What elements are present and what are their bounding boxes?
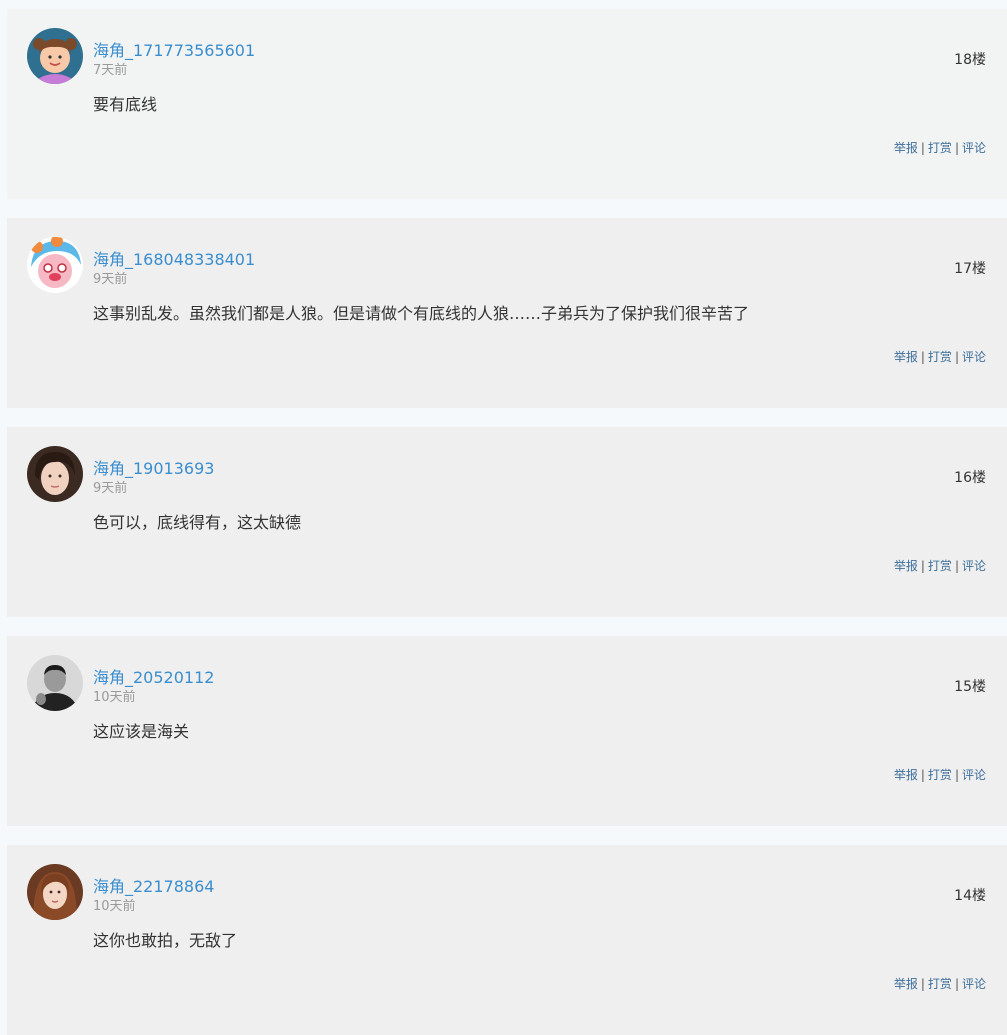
separator: |: [920, 768, 925, 782]
tip-link[interactable]: 打赏: [928, 768, 952, 782]
comment-actions: 举报 | 打赏 | 评论: [894, 557, 986, 574]
report-link[interactable]: 举报: [894, 559, 918, 573]
separator: |: [920, 350, 925, 364]
report-link[interactable]: 举报: [894, 350, 918, 364]
comment-card: 海角_20520112 10天前 15楼 这应该是海关 举报 | 打赏 | 评论: [7, 636, 1007, 826]
cartoon-clown-avatar[interactable]: [27, 237, 83, 293]
comment-actions: 举报 | 打赏 | 评论: [894, 975, 986, 992]
woman-photo-avatar[interactable]: [27, 446, 83, 502]
comment-card: 海角_19013693 9天前 16楼 色可以，底线得有，这太缺德 举报 | 打赏 |…: [7, 427, 1007, 617]
post-time: 9天前: [93, 272, 128, 287]
floor-number: 14楼: [954, 888, 986, 904]
separator: |: [954, 768, 959, 782]
floor-number: 17楼: [954, 261, 986, 277]
separator: |: [954, 977, 959, 991]
username-link[interactable]: 海角_168048338401: [93, 246, 255, 270]
separator: |: [954, 350, 959, 364]
report-link[interactable]: 举报: [894, 977, 918, 991]
post-time: 9天前: [93, 481, 128, 496]
comment-text: 色可以，底线得有，这太缺德: [93, 513, 302, 532]
reply-link[interactable]: 评论: [962, 141, 986, 155]
reply-link[interactable]: 评论: [962, 559, 986, 573]
comment-actions: 举报 | 打赏 | 评论: [894, 348, 986, 365]
username-link[interactable]: 海角_171773565601: [93, 37, 255, 61]
tip-link[interactable]: 打赏: [928, 141, 952, 155]
report-link[interactable]: 举报: [894, 768, 918, 782]
username-link[interactable]: 海角_19013693: [93, 455, 214, 479]
tip-link[interactable]: 打赏: [928, 977, 952, 991]
man-photo-avatar[interactable]: [27, 655, 83, 711]
separator: |: [954, 141, 959, 155]
separator: |: [920, 141, 925, 155]
reply-link[interactable]: 评论: [962, 977, 986, 991]
comment-card: 海角_171773565601 7天前 18楼 要有底线 举报 | 打赏 | 评论: [7, 9, 1007, 199]
floor-number: 15楼: [954, 679, 986, 695]
reply-link[interactable]: 评论: [962, 768, 986, 782]
username-link[interactable]: 海角_20520112: [93, 664, 214, 688]
tip-link[interactable]: 打赏: [928, 559, 952, 573]
tip-link[interactable]: 打赏: [928, 350, 952, 364]
separator: |: [954, 559, 959, 573]
comment-card: 海角_168048338401 9天前 17楼 这事别乱发。虽然我们都是人狼。但…: [7, 218, 1007, 408]
username-link[interactable]: 海角_22178864: [93, 873, 214, 897]
comment-text: 要有底线: [93, 95, 158, 114]
woman-photo-avatar[interactable]: [27, 864, 83, 920]
post-time: 10天前: [93, 899, 136, 914]
comment-actions: 举报 | 打赏 | 评论: [894, 139, 986, 156]
separator: |: [920, 559, 925, 573]
floor-number: 18楼: [954, 52, 986, 68]
comment-text: 这应该是海关: [93, 722, 190, 741]
separator: |: [920, 977, 925, 991]
floor-number: 16楼: [954, 470, 986, 486]
comment-text: 这你也敢拍，无敌了: [93, 931, 238, 950]
comment-text: 这事别乱发。虽然我们都是人狼。但是请做个有底线的人狼……子弟兵为了保护我们很辛苦…: [93, 304, 750, 323]
reply-link[interactable]: 评论: [962, 350, 986, 364]
cartoon-girl-avatar[interactable]: [27, 28, 83, 84]
post-time: 7天前: [93, 63, 128, 78]
post-time: 10天前: [93, 690, 136, 705]
report-link[interactable]: 举报: [894, 141, 918, 155]
comment-actions: 举报 | 打赏 | 评论: [894, 766, 986, 783]
comment-card: 海角_22178864 10天前 14楼 这你也敢拍，无敌了 举报 | 打赏 | 评论: [7, 845, 1007, 1035]
